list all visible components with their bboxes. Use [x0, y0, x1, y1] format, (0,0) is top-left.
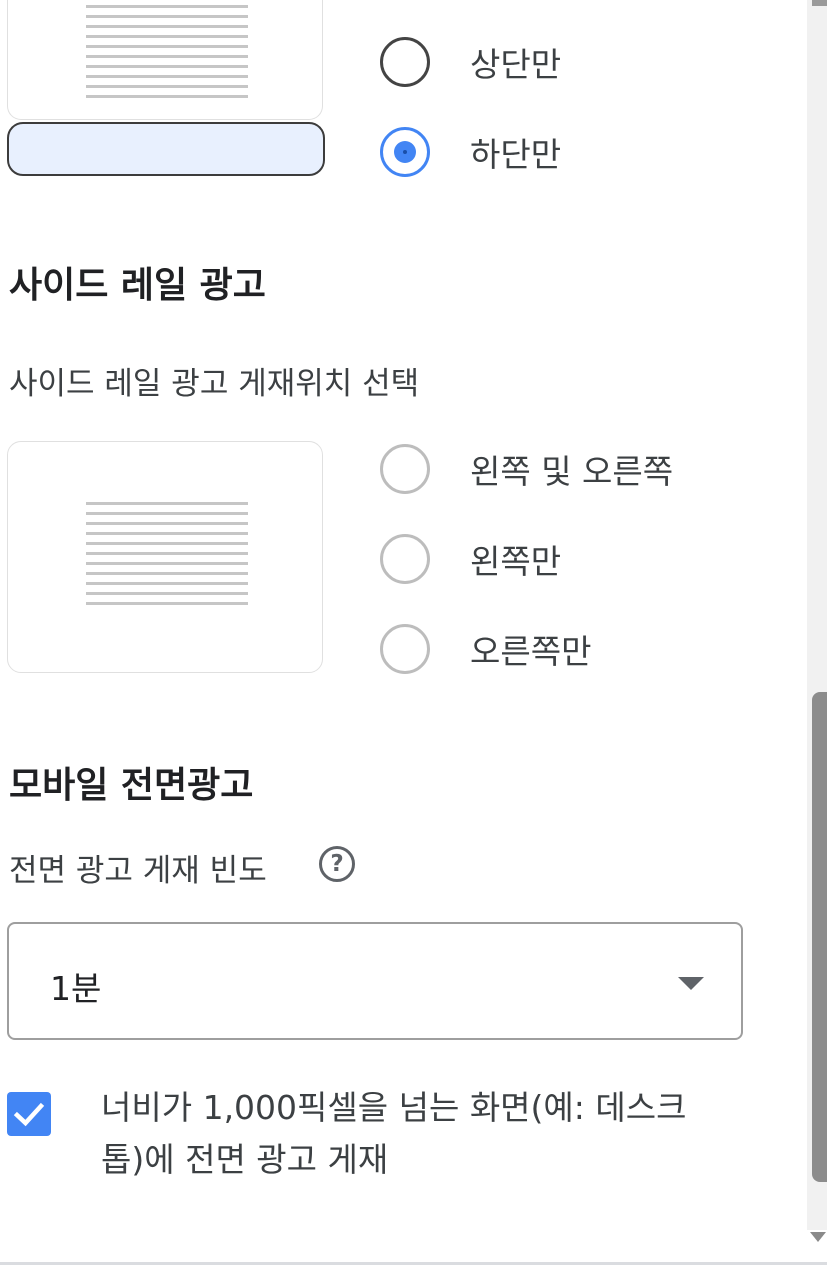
- vignette-frequency-label: 전면 광고 게재 빈도: [9, 853, 267, 889]
- radio-anchor-bottom-only[interactable]: 하단만: [380, 126, 561, 178]
- help-circle-icon[interactable]: ?: [319, 846, 355, 882]
- checkmark-icon: [13, 1102, 45, 1127]
- vignette-section-title: 모바일 전면광고: [9, 765, 254, 806]
- side-rail-preview-lines: [86, 502, 248, 612]
- desktop-vignette-checkbox-label: 너비가 1,000픽셀을 넘는 화면(예: 데스크톱)에 전면 광고 게재: [101, 1088, 687, 1179]
- side-rail-subtitle: 사이드 레일 광고 게재위치 선택: [9, 366, 420, 402]
- side-rail-preview-card: [7, 441, 323, 673]
- radio-label: 하단만: [470, 135, 562, 174]
- side-rail-section-title: 사이드 레일 광고: [9, 265, 266, 306]
- anchor-preview-card: [7, 0, 323, 120]
- frequency-select[interactable]: 1분: [7, 922, 743, 1040]
- radio-label: 오른쪽만: [470, 632, 592, 671]
- radio-label: 왼쪽 및 오른쪽: [470, 452, 674, 491]
- radio-label: 상단만: [470, 45, 562, 84]
- desktop-vignette-checkbox[interactable]: [7, 1092, 51, 1136]
- radio-anchor-top-only[interactable]: 상단만: [380, 36, 561, 88]
- bottom-divider: [0, 1262, 827, 1265]
- anchor-preview-lines: [86, 5, 248, 105]
- radio-button[interactable]: [380, 624, 430, 674]
- scrollbar-thumb[interactable]: [812, 692, 827, 1182]
- scroll-down-arrow-icon[interactable]: [810, 1232, 826, 1242]
- radio-button[interactable]: [380, 534, 430, 584]
- radio-side-rail-right-only[interactable]: 오른쪽만: [380, 623, 591, 675]
- radio-side-rail-both[interactable]: 왼쪽 및 오른쪽: [380, 443, 673, 495]
- radio-side-rail-left-only[interactable]: 왼쪽만: [380, 533, 561, 585]
- anchor-bottom-bar-preview: [7, 122, 325, 176]
- scrollbar-top-stub: [812, 0, 827, 6]
- radio-button[interactable]: [380, 37, 430, 87]
- radio-button-selected[interactable]: [380, 127, 430, 177]
- frequency-select-value: 1분: [50, 969, 102, 1008]
- radio-label: 왼쪽만: [470, 542, 562, 581]
- radio-button[interactable]: [380, 444, 430, 494]
- dropdown-arrow-icon: [678, 977, 704, 990]
